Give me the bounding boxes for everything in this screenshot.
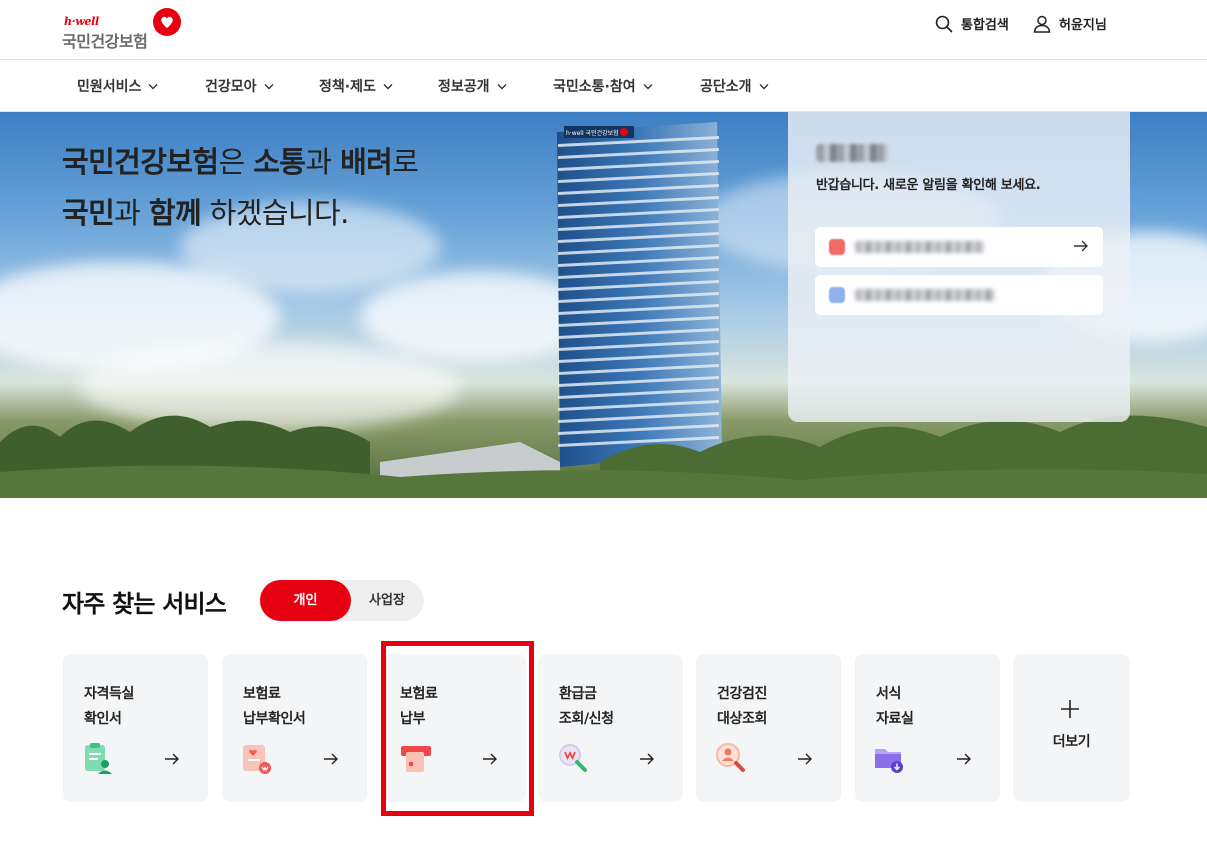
- card-label-line1: 서식: [876, 686, 901, 702]
- hero-text-segment: 과: [114, 196, 149, 230]
- card-label-line1: 환급금: [559, 686, 597, 702]
- service-card-premium-payment[interactable]: 보험료 납부: [381, 654, 526, 802]
- arrow-right-icon: [798, 753, 812, 765]
- user-name: 허윤지님: [1059, 18, 1107, 33]
- notice-calendar-icon: [829, 239, 845, 255]
- hero-line-1: 국민건강보험은 소통과 배려로: [62, 137, 419, 188]
- card-label-line2: 대상조회: [717, 711, 767, 727]
- folder-download-icon: [875, 749, 903, 773]
- user-icon: [1033, 15, 1051, 33]
- notification-panel: 반갑습니다. 새로운 알림을 확인해 보세요.: [788, 112, 1130, 422]
- service-card-payment-certificate[interactable]: 보험료 납부확인서: [222, 654, 367, 802]
- nav-about[interactable]: 공단소개: [700, 76, 769, 96]
- nav-label: 공단소개: [700, 79, 752, 95]
- more-label: 더보기: [1052, 734, 1091, 750]
- nhis-logo[interactable]: h·well 국민건강보험: [62, 8, 192, 51]
- hero-text-segment: 은: [218, 145, 254, 179]
- hero-headline: 국민건강보험은 소통과 배려로 국민과 함께 하겠습니다.: [62, 137, 419, 239]
- nav-label: 건강모아: [205, 79, 257, 95]
- nav-label: 국민소통·참여: [553, 79, 636, 95]
- service-type-toggle: 개인 사업장: [259, 580, 424, 621]
- hero-text-segment: 국민건강보험: [62, 145, 219, 179]
- id-card-person-icon: [85, 743, 112, 774]
- card-label-line2: 자료실: [876, 711, 914, 727]
- service-card-refund-inquiry[interactable]: 환급금 조회/신청: [538, 654, 683, 802]
- chevron-down-icon: [264, 83, 274, 89]
- card-label: 보험료 납부: [400, 682, 438, 732]
- hero-text-segment: 함께: [148, 196, 202, 230]
- hero-line-2: 국민과 함께 하겠습니다.: [62, 188, 418, 239]
- card-label-line2: 조회/신청: [559, 711, 614, 727]
- service-more-button[interactable]: 더보기: [1013, 654, 1130, 802]
- card-label: 건강검진 대상조회: [717, 682, 767, 732]
- main-navigation: 민원서비스 건강모아 정책·제도 정보공개 국민소통·참여 공단소개: [0, 60, 1207, 112]
- arrow-right-icon: [483, 753, 497, 765]
- notice-greeting: 반갑습니다. 새로운 알림을 확인해 보세요.: [816, 178, 1041, 193]
- hero-text-segment: 로: [392, 145, 419, 179]
- card-label-line1: 보험료: [243, 686, 281, 702]
- redacted-notice-text: [855, 289, 995, 301]
- arrow-right-icon: [640, 753, 654, 765]
- chevron-down-icon: [383, 83, 393, 89]
- notice-person-icon: [829, 287, 845, 303]
- card-label-line1: 보험료: [400, 686, 438, 702]
- redacted-notice-text: [855, 241, 985, 253]
- service-card-forms-library[interactable]: 서식 자료실: [855, 654, 1000, 802]
- nav-label: 정책·제도: [319, 79, 376, 95]
- service-card-eligibility-certificate[interactable]: 자격득실 확인서: [63, 654, 208, 802]
- nav-disclosure[interactable]: 정보공개: [438, 76, 507, 96]
- logo-hwell-text: h·well: [64, 15, 99, 28]
- notice-item[interactable]: [815, 275, 1103, 315]
- heart-logo-icon: [153, 8, 181, 36]
- chevron-down-icon: [759, 83, 769, 89]
- site-header: h·well 국민건강보험 통합검색 허윤지님: [0, 0, 1207, 60]
- chevron-down-icon: [643, 83, 653, 89]
- hero-banner: 국민건강보험은 소통과 배려로 국민과 함께 하겠습니다. h·well 국민건…: [0, 112, 1207, 498]
- arrow-right-icon: [165, 753, 179, 765]
- search-label: 통합검색: [961, 18, 1009, 33]
- card-label-line2: 납부: [400, 711, 425, 727]
- hero-text-segment: 배려: [340, 145, 393, 179]
- card-label: 환급금 조회/신청: [559, 682, 614, 732]
- toggle-business[interactable]: 사업장: [351, 580, 423, 621]
- card-label: 보험료 납부확인서: [243, 682, 306, 732]
- nav-civil-service[interactable]: 민원서비스: [77, 76, 158, 96]
- magnifier-won-icon: [559, 744, 587, 772]
- card-label-line1: 건강검진: [717, 686, 767, 702]
- card-label: 서식 자료실: [876, 682, 914, 732]
- certificate-icon: [243, 745, 271, 774]
- nav-health-moa[interactable]: 건강모아: [205, 76, 274, 96]
- person-search-icon: [716, 743, 745, 772]
- arrow-right-icon: [957, 753, 971, 765]
- plus-icon: [1061, 700, 1079, 718]
- card-label: 자격득실 확인서: [84, 682, 134, 732]
- card-label-line2: 납부확인서: [243, 711, 306, 727]
- card-label-line2: 확인서: [84, 711, 122, 727]
- redacted-user-name: [816, 144, 888, 162]
- hero-text-segment: 과: [305, 145, 341, 179]
- chevron-down-icon: [497, 83, 507, 89]
- integrated-search-link[interactable]: 통합검색: [935, 14, 1009, 33]
- nav-label: 정보공개: [438, 79, 490, 95]
- hero-text-segment: 하겠습니다.: [201, 196, 350, 230]
- building-sign: h·well 국민건강보험: [566, 129, 619, 137]
- toggle-personal[interactable]: 개인: [260, 580, 351, 621]
- frequent-services-title: 자주 찾는 서비스: [62, 590, 227, 618]
- arrow-right-icon: [324, 753, 338, 765]
- search-icon: [935, 15, 953, 32]
- nav-participation[interactable]: 국민소통·참여: [553, 76, 653, 96]
- hero-text-segment: 국민: [62, 196, 115, 230]
- nav-label: 민원서비스: [77, 79, 142, 95]
- service-card-checkup-target[interactable]: 건강검진 대상조회: [696, 654, 841, 802]
- logo-wordmark: 국민건강보험: [62, 32, 148, 51]
- notice-item[interactable]: [815, 227, 1103, 267]
- user-menu[interactable]: 허윤지님: [1033, 14, 1107, 33]
- chevron-down-icon: [148, 83, 158, 89]
- card-payment-icon: [401, 746, 431, 772]
- card-label-line1: 자격득실: [84, 686, 134, 702]
- hero-text-segment: 소통: [253, 145, 306, 179]
- nav-policy[interactable]: 정책·제도: [319, 76, 393, 96]
- arrow-right-icon: [1074, 240, 1088, 252]
